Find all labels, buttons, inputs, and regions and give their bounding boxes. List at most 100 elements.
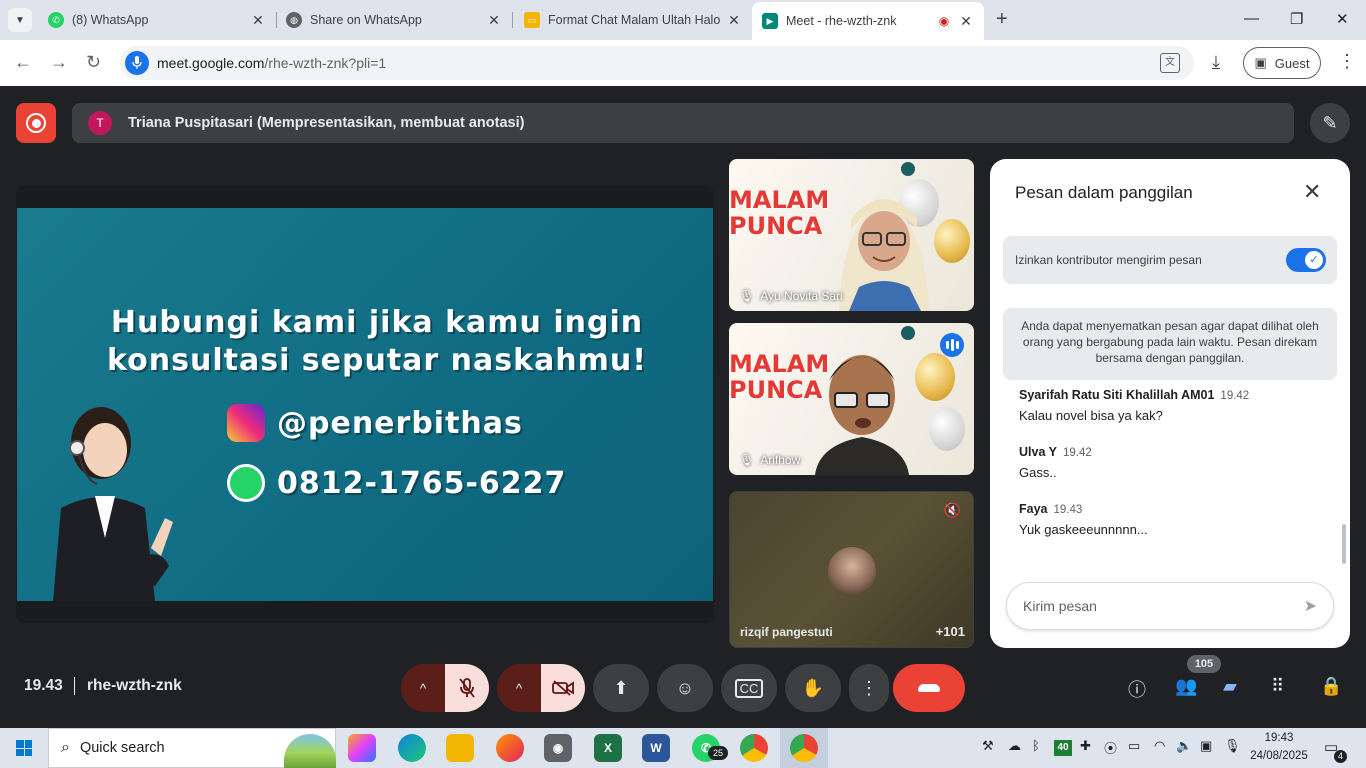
permission-toggle[interactable]: ✓ [1286, 248, 1326, 272]
taskbar-date[interactable]: 24/08/2025 [1248, 750, 1310, 762]
minimize-icon[interactable]: — [1244, 10, 1259, 27]
windows-start-icon[interactable] [16, 740, 32, 756]
address-bar[interactable]: meet.google.com/rhe-wzth-znk?pli=1 文 [120, 46, 1194, 80]
participant-video-person [815, 355, 909, 475]
window-close-icon[interactable]: ✕ [1336, 10, 1349, 28]
microphone-icon[interactable] [125, 51, 149, 75]
globe-icon: ◍ [286, 12, 302, 28]
video-options-chevron-icon[interactable]: ^ [497, 664, 541, 712]
recording-icon: ◉ [938, 14, 950, 28]
present-screen-icon: ⬆ [613, 677, 629, 698]
tray-media-icon[interactable]: ⦿ [1104, 738, 1117, 757]
host-controls-icon[interactable]: 🔒 [1320, 676, 1342, 697]
new-tab-button[interactable]: + [996, 9, 1008, 29]
recording-icon [26, 113, 46, 133]
wifi-icon[interactable]: ◠ [1154, 738, 1165, 754]
excel-icon[interactable]: X [594, 734, 622, 762]
annotate-pen-icon[interactable]: ✎ [1310, 103, 1350, 143]
tray-app-badge[interactable]: 40 [1054, 740, 1072, 756]
translate-icon[interactable]: 文 [1160, 53, 1180, 73]
chrome-icon[interactable] [790, 734, 818, 762]
chat-message-input[interactable] [1023, 598, 1304, 614]
people-icon[interactable]: 👥 [1175, 676, 1197, 697]
tab-meet[interactable]: ▶ Meet - rhe-wzth-znk ◉ ✕ [752, 2, 984, 40]
close-icon[interactable]: ✕ [1303, 179, 1321, 205]
display-icon[interactable]: ▣ [1200, 738, 1212, 754]
tab-whatsapp[interactable]: ✆ (8) WhatsApp ✕ [48, 6, 266, 34]
chat-icon[interactable]: ▰ [1223, 676, 1237, 697]
tab-search-button[interactable]: ▼ [8, 8, 32, 32]
tab-title: Share on WhatsApp [310, 13, 422, 27]
back-icon[interactable]: ← [14, 52, 32, 72]
profile-label: Guest [1274, 55, 1310, 71]
tab-share-on-whatsapp[interactable]: ◍ Share on WhatsApp ✕ [286, 6, 502, 34]
recording-button[interactable] [16, 103, 56, 143]
download-icon[interactable]: ⤓ [1212, 52, 1220, 73]
chat-panel: Pesan dalam panggilan ✕ Izinkan kontribu… [990, 159, 1350, 648]
slide-headline: Hubungi kami jika kamu ingin konsultasi … [107, 304, 647, 380]
chat-permission-setting: Izinkan kontributor mengirim pesan ✓ [1003, 236, 1337, 284]
camera-off-button[interactable] [541, 664, 585, 712]
chrome-profile-icon[interactable] [740, 734, 768, 762]
tray-network-icon[interactable]: ⚒ [982, 738, 994, 754]
close-icon[interactable]: ✕ [958, 13, 974, 30]
presenter-avatar: T [88, 111, 112, 135]
url-path: /rhe-wzth-znk?pli=1 [264, 55, 387, 71]
chat-scrollbar[interactable] [1342, 524, 1346, 564]
activities-icon[interactable]: ⠿ [1271, 676, 1284, 697]
mic-off-button[interactable] [445, 664, 489, 712]
reactions-button[interactable]: ☺ [657, 664, 713, 712]
participant-tile[interactable]: 🔇 rizqif pangestuti +101 [729, 491, 974, 648]
emoji-icon: ☺ [675, 677, 695, 698]
bluetooth-icon[interactable]: ᛒ [1032, 738, 1040, 753]
message-sender: Ulva Y [1019, 445, 1057, 459]
more-participants-count[interactable]: +101 [936, 624, 965, 639]
present-screen-button[interactable]: ⬆ [593, 664, 649, 712]
send-icon[interactable]: ➤ [1304, 596, 1317, 616]
copilot-icon[interactable] [348, 734, 376, 762]
leave-call-button[interactable] [893, 664, 965, 712]
slides-icon: ▭ [524, 12, 540, 28]
restore-icon[interactable]: ❐ [1290, 10, 1303, 28]
camera-icon[interactable]: ◉ [544, 734, 572, 762]
audio-options-chevron-icon[interactable]: ^ [401, 664, 445, 712]
balloon-decoration [934, 219, 970, 263]
poster-subtitle: PUNCA [729, 212, 823, 240]
browser-menu-icon[interactable]: ⋮ [1338, 51, 1356, 72]
chat-message: Ulva Y 19.42 Gass.. [1019, 445, 1329, 480]
firefox-icon[interactable] [496, 734, 524, 762]
meet-icon: ▶ [762, 13, 778, 29]
taskbar-time[interactable]: 19:43 [1248, 732, 1310, 744]
divider [74, 677, 75, 695]
profile-button[interactable]: ▣ Guest [1243, 47, 1321, 79]
search-icon: ⌕ [61, 739, 70, 756]
presentation-slide: Hubungi kami jika kamu ingin konsultasi … [17, 208, 713, 601]
participant-tile[interactable]: MALAM PUNCA 🎙 Arifhow [729, 323, 974, 475]
tray-cloud-icon[interactable]: ☁ [1008, 738, 1021, 754]
more-vert-icon: ⋮ [860, 677, 878, 698]
tab-format-chat[interactable]: ▭ Format Chat Malam Ultah Halo ✕ [524, 6, 742, 34]
browser-tab-strip: ▼ ✆ (8) WhatsApp ✕ ◍ Share on WhatsApp ✕… [0, 0, 1366, 40]
word-icon[interactable]: W [642, 734, 670, 762]
more-options-button[interactable]: ⋮ [849, 664, 889, 712]
edge-icon[interactable] [398, 734, 426, 762]
message-text: Kalau novel bisa ya kak? [1019, 408, 1163, 423]
battery-icon[interactable]: ▭ [1128, 738, 1140, 754]
close-icon[interactable]: ✕ [250, 12, 266, 29]
message-sender: Faya [1019, 502, 1048, 516]
participant-tile[interactable]: MALAM PUNCA 🎙 Ayu Novita Sari [729, 159, 974, 311]
file-explorer-icon[interactable] [446, 734, 474, 762]
browser-toolbar: ← → ↻ meet.google.com/rhe-wzth-znk?pli=1… [0, 40, 1366, 86]
raise-hand-button[interactable]: ✋ [785, 664, 841, 712]
reload-icon[interactable]: ↻ [86, 52, 101, 72]
forward-icon[interactable]: → [50, 52, 68, 72]
captions-button[interactable]: CC [721, 664, 777, 712]
tray-app-icon[interactable]: ✚ [1080, 738, 1091, 754]
volume-icon[interactable]: 🔈 [1176, 738, 1192, 754]
microphone-tray-icon[interactable]: 🎙 [1224, 738, 1241, 754]
participant-name: 🎙 Ayu Novita Sari [739, 289, 843, 303]
url-text: meet.google.com/rhe-wzth-znk?pli=1 [157, 55, 386, 71]
close-icon[interactable]: ✕ [486, 12, 502, 29]
close-icon[interactable]: ✕ [726, 12, 742, 29]
meeting-info-icon[interactable]: ⓘ [1128, 676, 1146, 702]
